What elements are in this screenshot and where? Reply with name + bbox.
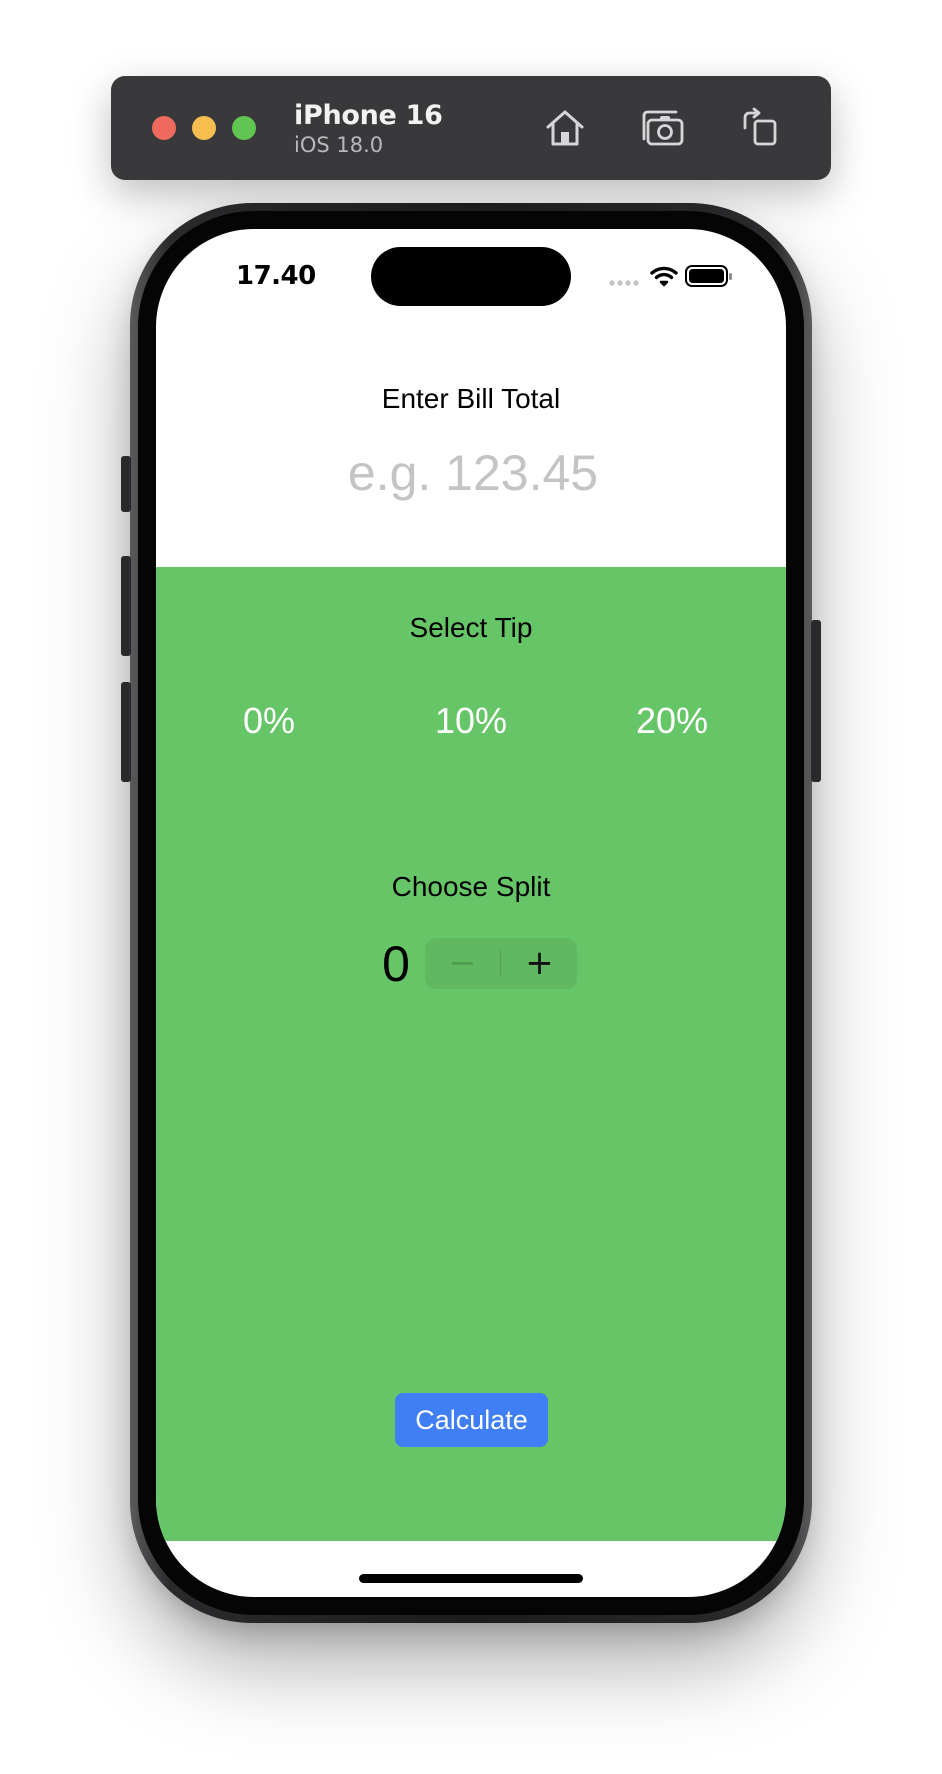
choose-split-label: Choose Split bbox=[391, 871, 551, 902]
select-tip-label: Select Tip bbox=[409, 612, 533, 643]
home-indicator[interactable] bbox=[359, 1574, 583, 1583]
app-screen: 17.40 Enter Bill Total Select Tip 0% 10%… bbox=[156, 229, 786, 1597]
battery-icon bbox=[685, 265, 732, 287]
stepper-decrement-button[interactable]: − bbox=[425, 938, 500, 989]
tip-0-percent-button[interactable]: 0% bbox=[199, 694, 339, 748]
minimize-window-button[interactable] bbox=[192, 116, 216, 140]
tip-10-percent-button[interactable]: 10% bbox=[401, 694, 541, 748]
os-version: iOS 18.0 bbox=[294, 133, 384, 157]
rotate-icon[interactable] bbox=[738, 106, 782, 150]
split-stepper: − + bbox=[425, 938, 577, 989]
bill-total-input[interactable] bbox=[271, 440, 675, 506]
status-time: 17.40 bbox=[236, 261, 316, 291]
bill-total-label: Enter Bill Total bbox=[381, 383, 561, 414]
volume-up-button bbox=[121, 556, 131, 656]
close-window-button[interactable] bbox=[152, 116, 176, 140]
tip-20-percent-button[interactable]: 20% bbox=[602, 694, 742, 748]
dynamic-island bbox=[371, 247, 571, 306]
split-number: 0 bbox=[382, 936, 410, 992]
screenshot-icon[interactable] bbox=[642, 106, 686, 150]
signal-icon bbox=[609, 280, 639, 286]
status-icons bbox=[609, 265, 732, 287]
action-button bbox=[121, 456, 131, 512]
zoom-window-button[interactable] bbox=[232, 116, 256, 140]
side-button bbox=[811, 620, 821, 782]
volume-down-button bbox=[121, 682, 131, 782]
stepper-increment-button[interactable]: + bbox=[502, 938, 577, 989]
device-name: iPhone 16 bbox=[294, 100, 443, 131]
simulator-toolbar: iPhone 16 iOS 18.0 bbox=[111, 76, 831, 180]
calculate-button[interactable]: Calculate bbox=[395, 1393, 548, 1447]
home-icon[interactable] bbox=[543, 106, 587, 150]
wifi-icon bbox=[650, 266, 678, 287]
stepper-divider bbox=[500, 950, 501, 977]
